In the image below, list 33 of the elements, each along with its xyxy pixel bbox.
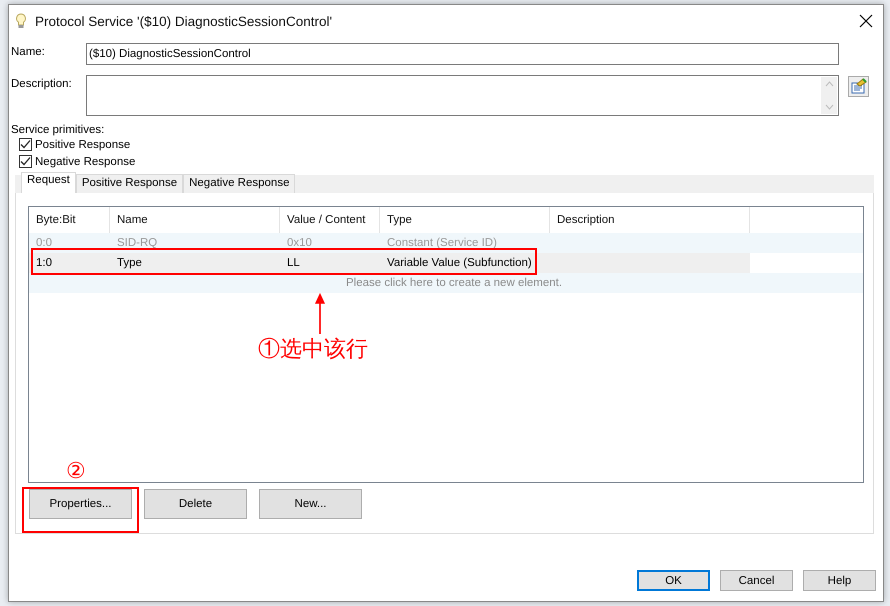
checkbox[interactable] <box>19 138 32 151</box>
table-button[interactable]: Delete <box>144 489 247 519</box>
table-cell-text: 0:0 <box>35 237 53 249</box>
table-cell-text: SID-RQ <box>116 237 158 249</box>
edit-icon[interactable] <box>848 76 869 97</box>
section-label: Service primitives: <box>10 124 106 136</box>
dialog-button[interactable]: Cancel <box>720 570 793 591</box>
annotation-text: ② <box>66 458 86 484</box>
tab[interactable]: Positive Response <box>76 174 184 193</box>
table-cell-text: 1:0 <box>35 257 53 269</box>
table-cell-text: Variable Value (Subfunction) <box>386 257 533 269</box>
lightbulb-icon <box>15 13 27 29</box>
annotation-text: ①选中该行 <box>258 336 368 364</box>
arrow <box>312 292 328 334</box>
tab[interactable]: Request <box>21 172 76 193</box>
checkbox-label: Positive Response <box>35 138 130 150</box>
table-row[interactable]: 1:0 Type LL Variable Value (Subfunction) <box>29 253 750 273</box>
field-label: Description: <box>11 77 73 90</box>
window-title: Protocol Service '($10) DiagnosticSessionControl' <box>35 14 332 28</box>
checkbox-label: Negative Response <box>35 156 136 168</box>
table-cell-text: LL <box>286 257 301 269</box>
table-cell-text: Constant (Service ID) <box>386 237 498 249</box>
dialog-button[interactable]: Help <box>803 570 876 591</box>
close-icon[interactable] <box>859 14 873 28</box>
table-cell-text: 0x10 <box>286 237 313 249</box>
table-button[interactable]: Properties... <box>29 489 132 519</box>
checkbox[interactable] <box>19 155 32 168</box>
table-cell-text: Type <box>116 257 143 269</box>
dialog-button[interactable]: OK <box>637 570 710 591</box>
field-label: Name: <box>11 45 46 58</box>
table-button[interactable]: New... <box>259 489 362 519</box>
name-field[interactable]: ($10) DiagnosticSessionControl <box>86 43 839 65</box>
tab[interactable]: Negative Response <box>183 174 296 193</box>
